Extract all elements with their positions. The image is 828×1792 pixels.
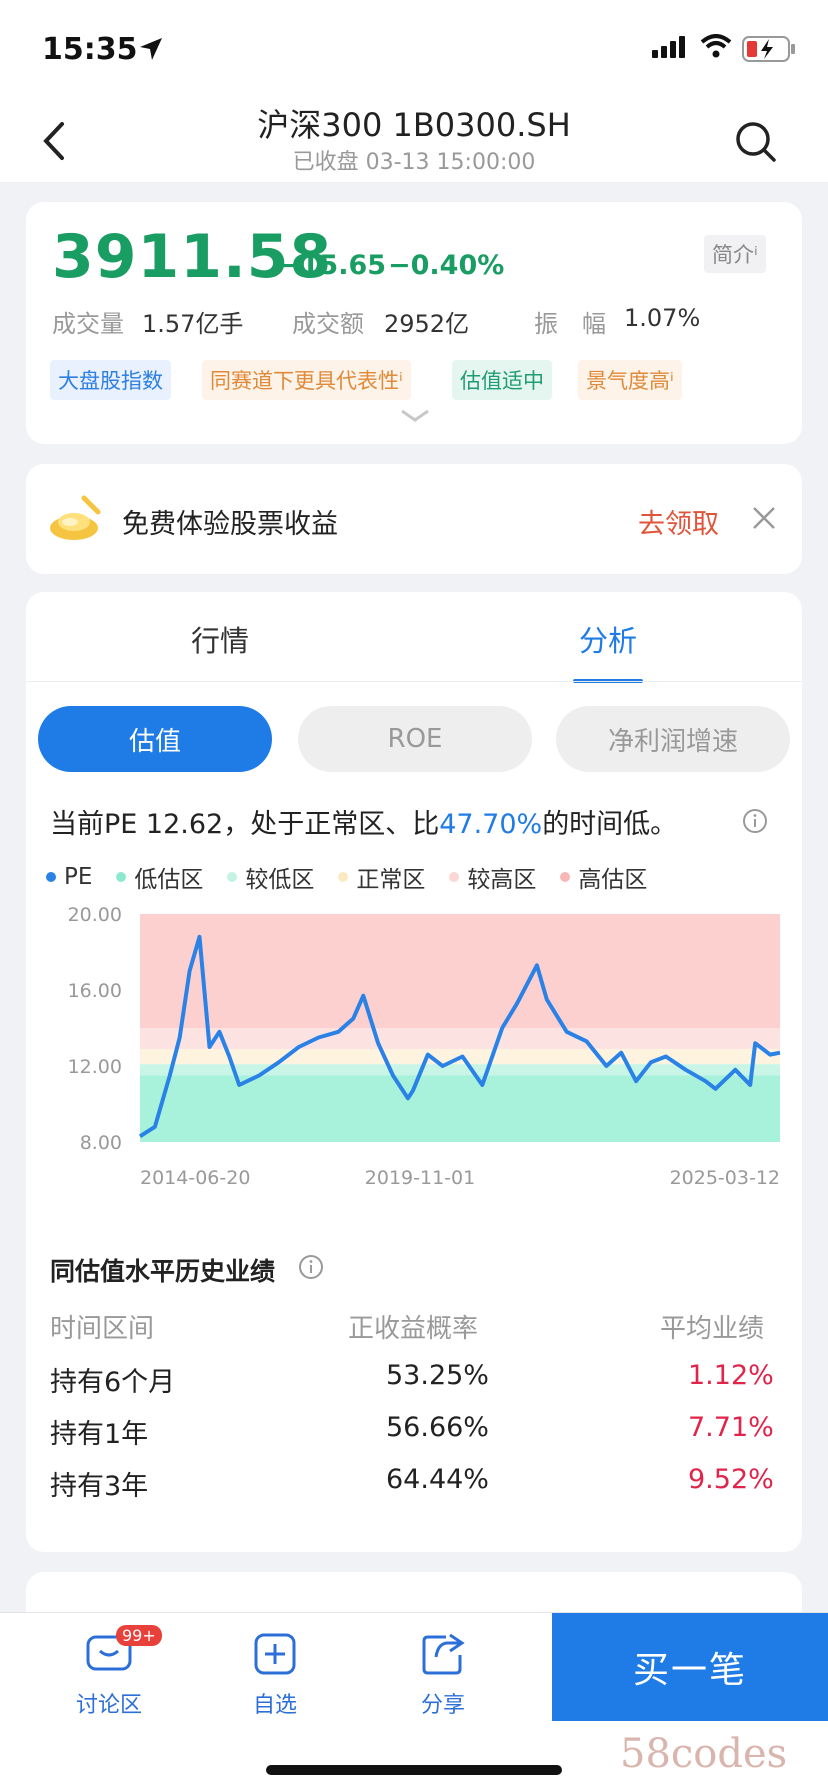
tag-large-cap[interactable]: 大盘股指数 — [50, 360, 171, 400]
quote-card: 3911.58 −15.65 −0.40% 简介ⁱ 成交量 1.57亿手 成交额… — [26, 202, 802, 444]
legend-label: 较低区 — [245, 867, 315, 893]
legend-label: 较高区 — [467, 867, 537, 893]
location-arrow-icon — [140, 38, 162, 60]
page-title: 沪深300 1B0300.SH — [257, 106, 571, 144]
nav-header: 沪深300 1B0300.SH 已收盘 03-13 15:00:00 — [0, 100, 828, 182]
zone-band — [140, 1075, 780, 1142]
analysis-card: 行情 分析 估值 ROE 净利润增速 当前PE 12.62，处于正常区、比47.… — [26, 592, 802, 1552]
intro-button[interactable]: 简介ⁱ — [704, 235, 766, 273]
amount-label: 成交额 — [292, 310, 364, 338]
watermark: 58codes — [620, 1731, 788, 1777]
header-period: 时间区间 — [50, 1314, 155, 1344]
discussion-label: 讨论区 — [75, 1693, 142, 1718]
unread-badge: 99+ — [116, 1625, 162, 1646]
volume-value: 1.57亿手 — [142, 310, 244, 338]
tag-representative[interactable]: 同赛道下更具代表性ⁱ — [202, 360, 411, 400]
legend-label: 低估区 — [134, 867, 204, 893]
row-period: 持有6个月 — [50, 1367, 176, 1398]
legend-dot — [560, 872, 571, 882]
legend-high: 高估区 — [560, 860, 647, 894]
legend-dot — [338, 872, 349, 882]
x-tick-label: 2025-03-12 — [670, 1167, 780, 1189]
row-period: 持有3年 — [50, 1471, 149, 1502]
legend-lower: 较低区 — [227, 860, 314, 894]
chevron-down-icon[interactable] — [400, 408, 430, 424]
header-average: 平均业绩 — [660, 1314, 765, 1344]
y-tick-label: 8.00 — [80, 1132, 122, 1154]
legend-label: 正常区 — [356, 867, 426, 893]
row-average: 1.12% — [688, 1360, 774, 1391]
pe-summary-prefix: 当前PE 12.62，处于正常区、比 — [50, 809, 440, 840]
tag-valuation[interactable]: 估值适中 — [452, 360, 552, 400]
row-period: 持有1年 — [50, 1419, 149, 1450]
chart-legend: PE 低估区 较低区 正常区 较高区 高估区 — [46, 860, 647, 894]
legend-dot — [116, 872, 127, 882]
pe-summary-suffix: 的时间低。 — [542, 809, 678, 840]
row-probability: 56.66% — [386, 1412, 489, 1443]
y-tick-label: 20.00 — [68, 904, 122, 926]
legend-low: 低估区 — [116, 860, 203, 894]
legend-label: PE — [64, 864, 93, 890]
close-icon[interactable] — [750, 504, 778, 532]
cellular-signal-icon — [652, 36, 685, 58]
bottom-toolbar: 99+ 讨论区 自选 分享 买一笔 58codes — [0, 1612, 828, 1792]
claim-button[interactable]: 去领取 — [638, 502, 719, 541]
legend-dot — [46, 872, 56, 882]
legend-pe: PE — [46, 860, 92, 894]
add-square-icon — [254, 1633, 296, 1675]
share-button[interactable]: 分享 — [388, 1631, 498, 1719]
x-tick-label: 2014-06-20 — [140, 1167, 250, 1189]
history-title: 同估值水平历史业绩 — [50, 1257, 276, 1286]
legend-dot — [227, 872, 238, 882]
home-indicator — [266, 1765, 562, 1775]
legend-normal: 正常区 — [338, 860, 425, 894]
discussion-button[interactable]: 99+ 讨论区 — [54, 1625, 164, 1719]
segment-roe[interactable]: ROE — [298, 706, 532, 772]
promo-text: 免费体验股票收益 — [122, 509, 338, 540]
tab-market[interactable]: 行情 — [120, 618, 320, 660]
legend-dot — [449, 872, 460, 882]
gold-ingot-icon — [50, 495, 101, 540]
legend-label: 高估区 — [578, 867, 648, 893]
pe-summary: 当前PE 12.62，处于正常区、比47.70%的时间低。 — [50, 802, 677, 841]
share-label: 分享 — [420, 1693, 465, 1718]
status-time: 15:35 — [42, 32, 138, 67]
price-change: −15.65 — [278, 250, 387, 281]
amplitude-value: 1.07% — [624, 304, 701, 332]
page-subtitle: 已收盘 03-13 15:00:00 — [292, 150, 536, 175]
amplitude-label: 振 幅 — [534, 310, 606, 338]
row-probability: 53.25% — [386, 1360, 489, 1391]
buy-button[interactable]: 买一笔 — [552, 1613, 828, 1721]
battery-charging-icon — [742, 36, 795, 62]
y-tick-label: 12.00 — [68, 1056, 122, 1078]
tab-divider — [26, 681, 802, 682]
info-icon[interactable] — [742, 808, 768, 834]
zone-band — [140, 1028, 780, 1049]
volume-label: 成交量 — [52, 310, 124, 338]
row-average: 7.71% — [688, 1412, 774, 1443]
segment-valuation[interactable]: 估值 — [38, 706, 272, 772]
pe-chart[interactable]: 20.00 16.00 12.00 8.00 2014-06-20 2019-11-01 2… — [36, 896, 792, 1196]
zone-band — [140, 914, 780, 1028]
search-icon[interactable] — [732, 118, 780, 166]
x-tick-label: 2019-11-01 — [365, 1167, 475, 1189]
info-icon[interactable] — [298, 1254, 324, 1280]
legend-higher: 较高区 — [449, 860, 536, 894]
row-average: 9.52% — [688, 1464, 774, 1495]
watchlist-button[interactable]: 自选 — [220, 1631, 330, 1719]
y-tick-label: 16.00 — [68, 980, 122, 1002]
promo-card[interactable]: 免费体验股票收益 去领取 — [26, 464, 802, 574]
wifi-icon — [700, 34, 732, 58]
price-change-percent: −0.40% — [388, 250, 505, 281]
tab-analysis[interactable]: 分析 — [508, 618, 708, 660]
segment-profit-growth[interactable]: 净利润增速 — [556, 706, 790, 772]
share-icon — [422, 1633, 465, 1675]
watchlist-label: 自选 — [252, 1693, 297, 1718]
row-probability: 64.44% — [386, 1464, 489, 1495]
tag-prosperity[interactable]: 景气度高ⁱ — [578, 360, 682, 400]
amount-value: 2952亿 — [384, 310, 470, 338]
header-probability: 正收益概率 — [348, 1314, 479, 1344]
status-bar: 15:35 — [0, 0, 828, 100]
pe-percentile: 47.70% — [439, 809, 543, 840]
